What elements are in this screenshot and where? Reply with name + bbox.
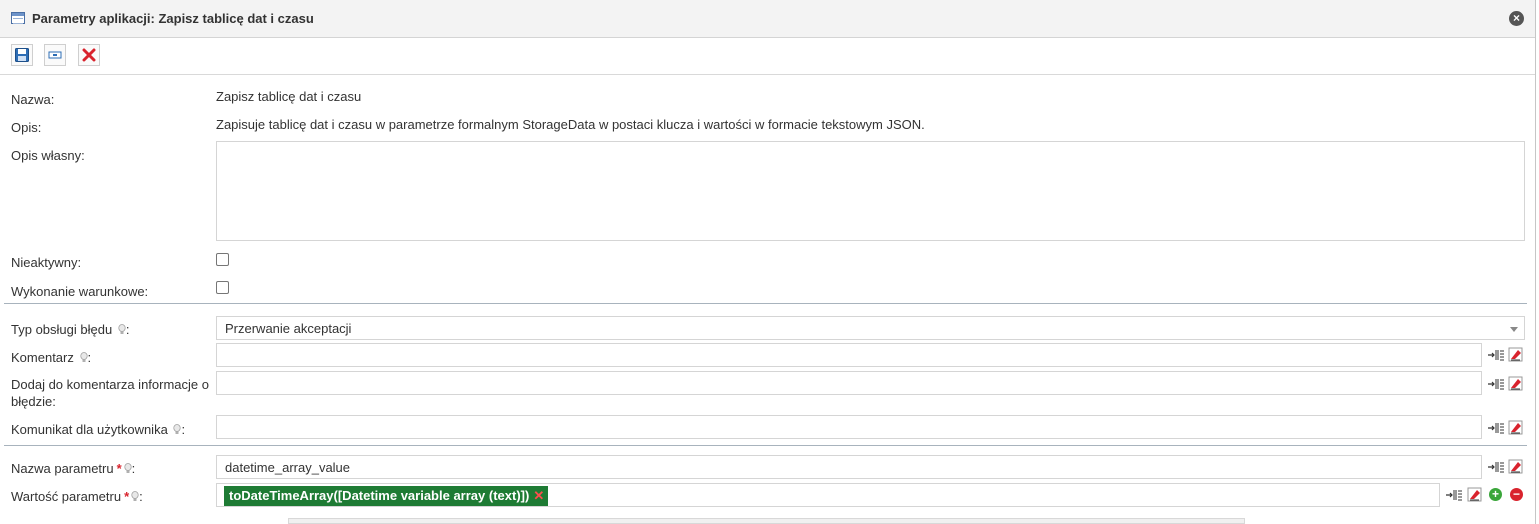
dialog-window: Parametry aplikacji: Zapisz tablicę dat … bbox=[0, 0, 1536, 524]
inactive-label: Nieaktywny: bbox=[11, 255, 82, 270]
add-error-info-label: Dodaj do komentarza informacje o błędzie… bbox=[11, 377, 209, 409]
lightbulb-icon bbox=[118, 324, 126, 334]
conditional-checkbox[interactable] bbox=[216, 281, 229, 294]
user-message-input[interactable] bbox=[216, 415, 1482, 439]
comment-input[interactable] bbox=[216, 343, 1482, 367]
error-type-label-text: Typ obsługi błędu bbox=[11, 322, 113, 337]
own-description-label: Opis własny: bbox=[11, 148, 85, 163]
clear-field-icon[interactable] bbox=[1508, 347, 1523, 362]
required-marker: * bbox=[124, 489, 130, 504]
user-message-label-text: Komunikat dla użytkownika bbox=[11, 422, 168, 437]
background-panel bbox=[288, 518, 1245, 524]
chevron-down-icon bbox=[1510, 327, 1518, 332]
add-error-info-input[interactable] bbox=[216, 371, 1482, 395]
toolbar bbox=[0, 38, 1535, 75]
required-marker: * bbox=[116, 461, 122, 476]
description-value: Zapisuje tablicę dat i czasu w parametrz… bbox=[216, 117, 925, 132]
error-type-selected: Przerwanie akceptacji bbox=[225, 321, 352, 336]
user-message-label: Komunikat dla użytkownika : bbox=[11, 421, 185, 438]
user-message-colon: : bbox=[181, 422, 186, 437]
lightbulb-icon bbox=[124, 463, 132, 473]
param-value-colon: : bbox=[139, 489, 143, 504]
expression-token-text: toDateTimeArray([Datetime variable array… bbox=[229, 488, 530, 503]
separator bbox=[4, 303, 1527, 304]
insert-variable-icon[interactable] bbox=[1446, 488, 1463, 502]
delete-button[interactable] bbox=[78, 44, 100, 66]
save-icon bbox=[15, 48, 29, 62]
insert-variable-icon[interactable] bbox=[1488, 377, 1505, 391]
insert-variable-icon[interactable] bbox=[1488, 460, 1505, 474]
param-value-label: Wartość parametru *: bbox=[11, 488, 143, 505]
expression-token[interactable]: toDateTimeArray([Datetime variable array… bbox=[224, 486, 549, 506]
add-icon[interactable]: + bbox=[1489, 488, 1502, 501]
error-type-colon: : bbox=[125, 322, 130, 337]
clear-field-icon[interactable] bbox=[1508, 420, 1523, 435]
edit-field-button[interactable] bbox=[44, 44, 66, 66]
lightbulb-icon bbox=[79, 352, 88, 362]
param-name-value: datetime_array_value bbox=[225, 460, 351, 475]
separator bbox=[4, 445, 1527, 446]
title-bar: Parametry aplikacji: Zapisz tablicę dat … bbox=[0, 0, 1535, 38]
param-value-label-text: Wartość parametru bbox=[11, 489, 122, 504]
lightbulb-icon bbox=[131, 491, 139, 501]
table-icon bbox=[11, 12, 25, 24]
remove-icon[interactable]: − bbox=[1510, 488, 1523, 501]
insert-variable-icon[interactable] bbox=[1488, 348, 1505, 362]
name-value: Zapisz tablicę dat i czasu bbox=[216, 89, 362, 104]
param-name-label-text: Nazwa parametru bbox=[11, 461, 114, 476]
param-name-label: Nazwa parametru *: bbox=[11, 460, 135, 477]
param-name-colon: : bbox=[131, 461, 136, 476]
comment-colon: : bbox=[87, 350, 92, 365]
token-remove-icon[interactable]: ✕ bbox=[533, 488, 544, 503]
save-button[interactable] bbox=[11, 44, 33, 66]
comment-label-text: Komentarz bbox=[11, 350, 74, 365]
delete-icon bbox=[82, 48, 96, 62]
error-type-select[interactable]: Przerwanie akceptacji bbox=[216, 316, 1525, 340]
param-name-input[interactable]: datetime_array_value bbox=[216, 455, 1482, 479]
clear-field-icon[interactable] bbox=[1467, 487, 1482, 502]
error-type-label: Typ obsługi błędu : bbox=[11, 321, 129, 338]
description-label: Opis: bbox=[11, 120, 42, 135]
name-label: Nazwa: bbox=[11, 92, 55, 107]
inactive-checkbox[interactable] bbox=[216, 253, 229, 266]
insert-variable-icon[interactable] bbox=[1488, 421, 1505, 435]
clear-field-icon[interactable] bbox=[1508, 459, 1523, 474]
comment-label: Komentarz : bbox=[11, 349, 91, 366]
close-icon[interactable]: × bbox=[1509, 11, 1524, 26]
conditional-label: Wykonanie warunkowe: bbox=[11, 284, 149, 299]
clear-field-icon[interactable] bbox=[1508, 376, 1523, 391]
own-description-textarea[interactable] bbox=[216, 141, 1525, 241]
edit-field-icon bbox=[48, 51, 62, 59]
dialog-title: Parametry aplikacji: Zapisz tablicę dat … bbox=[32, 11, 314, 26]
